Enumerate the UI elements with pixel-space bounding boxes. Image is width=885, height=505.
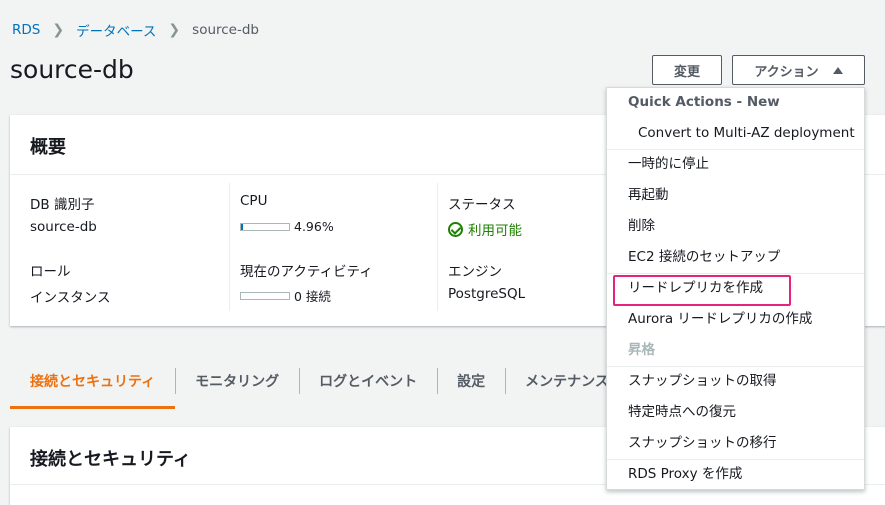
menu-item-ec2-connection-setup[interactable]: EC2 接続のセットアップ xyxy=(607,245,864,269)
menu-divider xyxy=(607,149,864,150)
db-identifier-label: DB 識別子 xyxy=(30,197,95,213)
cpu-meter: 4.96% xyxy=(240,219,334,234)
engine-label: エンジン xyxy=(448,264,502,280)
tab-logs-events[interactable]: ログとイベント xyxy=(299,362,437,400)
activity-value: 0 接続 xyxy=(294,289,331,304)
menu-item-delete[interactable]: 削除 xyxy=(607,214,864,238)
breadcrumb-databases-link[interactable]: データベース xyxy=(76,20,156,40)
check-circle-icon xyxy=(448,221,463,237)
cpu-progress-bar xyxy=(240,222,290,231)
tab-configuration[interactable]: 設定 xyxy=(437,362,505,400)
chevron-right-icon: ❯ xyxy=(168,22,181,38)
menu-item-stop-temporarily[interactable]: 一時的に停止 xyxy=(607,152,864,176)
menu-item-create-read-replica[interactable]: リードレプリカを作成 xyxy=(607,276,864,300)
menu-item-create-rds-proxy[interactable]: RDS Proxy を作成 xyxy=(607,462,864,486)
activity-progress-bar xyxy=(240,291,290,300)
breadcrumb-rds-link[interactable]: RDS xyxy=(12,22,40,38)
status-label: ステータス xyxy=(448,197,516,213)
caret-up-icon xyxy=(832,66,843,74)
role-value: インスタンス xyxy=(30,290,111,306)
tab-connectivity-security[interactable]: 接続とセキュリティ xyxy=(10,362,176,409)
menu-divider xyxy=(607,366,864,367)
cpu-value: 4.96% xyxy=(294,219,334,234)
menu-divider xyxy=(607,459,864,460)
chevron-right-icon: ❯ xyxy=(52,22,65,38)
modify-button[interactable]: 変更 xyxy=(652,55,722,85)
menu-item-migrate-snapshot[interactable]: スナップショットの移行 xyxy=(607,431,864,455)
actions-button-label: アクション xyxy=(754,64,819,80)
cpu-progress-fill xyxy=(241,223,244,230)
menu-item-take-snapshot[interactable]: スナップショットの取得 xyxy=(607,369,864,393)
modify-button-label: 変更 xyxy=(673,64,700,80)
activity-label: 現在のアクティビティ xyxy=(240,264,373,280)
menu-divider xyxy=(607,273,864,274)
detail-tabs: 接続とセキュリティ モニタリング ログとイベント 設定 メンテナンス xyxy=(10,357,610,409)
summary-col-identifier: DB 識別子 source-db ロール インスタンス xyxy=(10,183,220,311)
quick-actions-group-label: Quick Actions - New xyxy=(628,94,780,110)
menu-item-convert-multi-az[interactable]: Convert to Multi-AZ deployment xyxy=(607,121,864,145)
menu-item-promote: 昇格 xyxy=(628,342,655,358)
menu-item-restore-point-in-time[interactable]: 特定時点への復元 xyxy=(607,400,864,424)
activity-meter: 0 接続 xyxy=(240,286,331,305)
actions-button[interactable]: アクション xyxy=(732,55,865,85)
summary-col-cpu: CPU 4.96% 現在のアクティビティ 0 接続 xyxy=(229,183,439,311)
menu-item-create-aurora-read-replica[interactable]: Aurora リードレプリカの作成 xyxy=(607,307,864,331)
breadcrumb: RDS ❯ データベース ❯ source-db xyxy=(12,20,259,40)
status-badge: 利用可能 xyxy=(448,219,522,239)
actions-dropdown-menu: Quick Actions - New Convert to Multi-AZ … xyxy=(606,87,865,490)
status-value: 利用可能 xyxy=(468,223,522,239)
menu-item-reboot[interactable]: 再起動 xyxy=(607,183,864,207)
engine-value: PostgreSQL xyxy=(448,286,526,302)
page-title: source-db xyxy=(10,55,134,84)
db-identifier-value: source-db xyxy=(30,219,97,235)
breadcrumb-current: source-db xyxy=(192,22,259,38)
tab-monitoring[interactable]: モニタリング xyxy=(175,362,299,400)
cpu-label: CPU xyxy=(240,193,268,209)
role-label: ロール xyxy=(30,264,71,280)
